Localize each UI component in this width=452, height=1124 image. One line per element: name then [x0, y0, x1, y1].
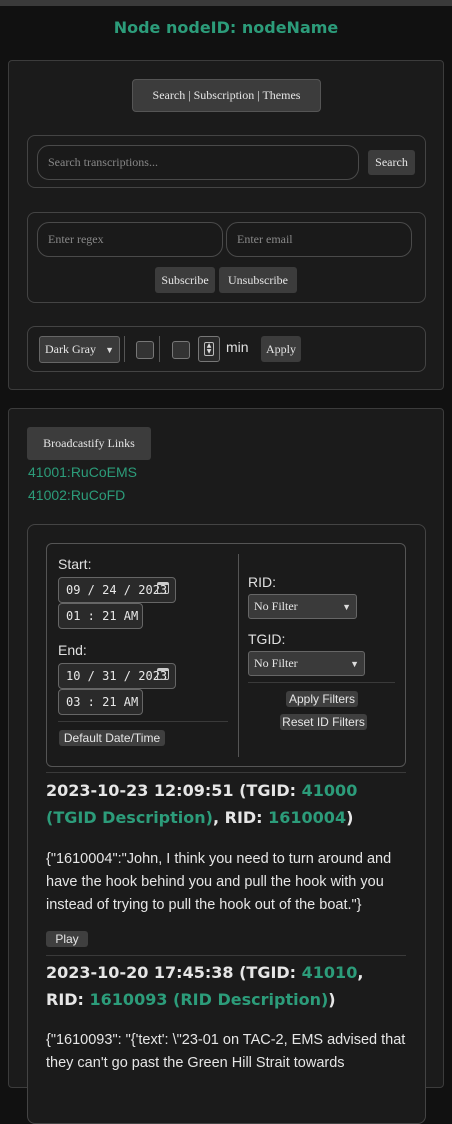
filter-box: Start: 09 / 24 / 2023 01 : 21 AM End: 10…	[46, 543, 406, 767]
window-top-bar	[0, 0, 452, 6]
call-tgid-link[interactable]: 41010	[302, 963, 358, 982]
divider	[124, 336, 125, 362]
apply-filters-button[interactable]: Apply Filters	[286, 691, 358, 707]
call-header: 2023-10-23 12:09:51 (TGID: 41000 (TGID D…	[46, 777, 406, 831]
theme-apply-button[interactable]: Apply	[261, 336, 301, 362]
unsubscribe-button[interactable]: Unsubscribe	[219, 267, 297, 293]
subscribe-button[interactable]: Subscribe	[155, 267, 215, 293]
broadcastify-link-1[interactable]: 41001:RuCoEMS	[28, 464, 137, 480]
divider	[46, 772, 406, 773]
divider	[46, 955, 406, 956]
theme-select[interactable]: Dark Gray ▼	[39, 336, 120, 363]
call-suffix: )	[346, 808, 354, 827]
tgid-filter-select[interactable]: No Filter ▼	[248, 651, 365, 676]
call-suffix: )	[328, 990, 336, 1009]
minutes-unit-label: min	[226, 339, 249, 355]
divider	[238, 554, 239, 757]
search-section: Search transcriptions... Search	[27, 135, 426, 188]
call-rid-link[interactable]: 1610004	[268, 808, 346, 827]
end-time-input[interactable]: 03 : 21 AM	[58, 689, 143, 715]
start-label: Start:	[58, 556, 92, 572]
theme-select-value: Dark Gray	[45, 342, 96, 356]
call-transcription: {"1610004":"John, I think you need to tu…	[46, 851, 392, 913]
default-datetime-button[interactable]: Default Date/Time	[59, 730, 165, 746]
end-time-value: 03 : 21 AM	[66, 695, 139, 709]
rid-label: RID:	[248, 574, 276, 590]
call-time: 2023-10-23 12:09:51	[46, 781, 234, 800]
regex-input[interactable]: Enter regex	[37, 222, 223, 257]
end-date-input[interactable]: 10 / 31 / 2023	[58, 663, 176, 689]
tgid-label: TGID:	[248, 631, 286, 647]
subscription-section: Enter regex Enter email Subscribe Unsubs…	[27, 212, 426, 303]
play-button[interactable]: Play	[46, 931, 88, 947]
start-time-value: 01 : 21 AM	[66, 609, 139, 623]
minutes-stepper[interactable]: ▲ ▼	[198, 336, 220, 362]
broadcastify-button[interactable]: Broadcastify Links	[27, 427, 151, 460]
rid-filter-value: No Filter	[254, 599, 298, 613]
stepper-icon: ▲ ▼	[204, 342, 214, 356]
call-rid-prefix: , RID:	[212, 808, 269, 827]
end-date-value: 10 / 31 / 2023	[66, 669, 168, 683]
call-transcription: {"1610093": "{'text': \"23-01 on TAC-2, …	[46, 1032, 406, 1071]
tgid-filter-value: No Filter	[254, 656, 298, 670]
search-input[interactable]: Search transcriptions...	[37, 145, 359, 180]
start-time-input[interactable]: 01 : 21 AM	[58, 603, 143, 629]
call-time: 2023-10-20 17:45:38	[46, 963, 234, 982]
start-date-input[interactable]: 09 / 24 / 2023	[58, 577, 176, 603]
theme-checkbox-2[interactable]	[172, 341, 190, 359]
divider	[58, 721, 228, 722]
broadcastify-link-2[interactable]: 41002:RuCoFD	[28, 487, 125, 503]
end-label: End:	[58, 642, 87, 658]
rid-filter-select[interactable]: No Filter ▼	[248, 594, 357, 619]
start-date-value: 09 / 24 / 2023	[66, 583, 168, 597]
call-header: 2023-10-20 17:45:38 (TGID: 41010, RID: 1…	[46, 959, 406, 1013]
search-button[interactable]: Search	[368, 150, 415, 175]
toggle-controls-button[interactable]: Search | Subscription | Themes	[132, 79, 321, 112]
chevron-down-icon: ▼	[342, 601, 351, 612]
calendar-icon[interactable]	[157, 582, 169, 594]
chevron-down-icon: ▼	[105, 344, 114, 355]
call-rid-link[interactable]: 1610093 (RID Description)	[90, 990, 329, 1009]
reset-id-filters-button[interactable]: Reset ID Filters	[280, 714, 367, 730]
email-input[interactable]: Enter email	[226, 222, 412, 257]
call-tgid-prefix: (TGID:	[233, 963, 302, 982]
theme-checkbox-1[interactable]	[136, 341, 154, 359]
page-title: Node nodeID: nodeName	[113, 18, 339, 37]
calendar-icon[interactable]	[157, 668, 169, 680]
divider	[159, 336, 160, 362]
divider	[248, 682, 395, 683]
controls-panel: Search | Subscription | Themes Search tr…	[8, 60, 444, 390]
theme-section: Dark Gray ▼ ▲ ▼ min Apply	[27, 326, 426, 372]
chevron-down-icon: ▼	[350, 658, 359, 669]
call-tgid-prefix: (TGID:	[233, 781, 302, 800]
